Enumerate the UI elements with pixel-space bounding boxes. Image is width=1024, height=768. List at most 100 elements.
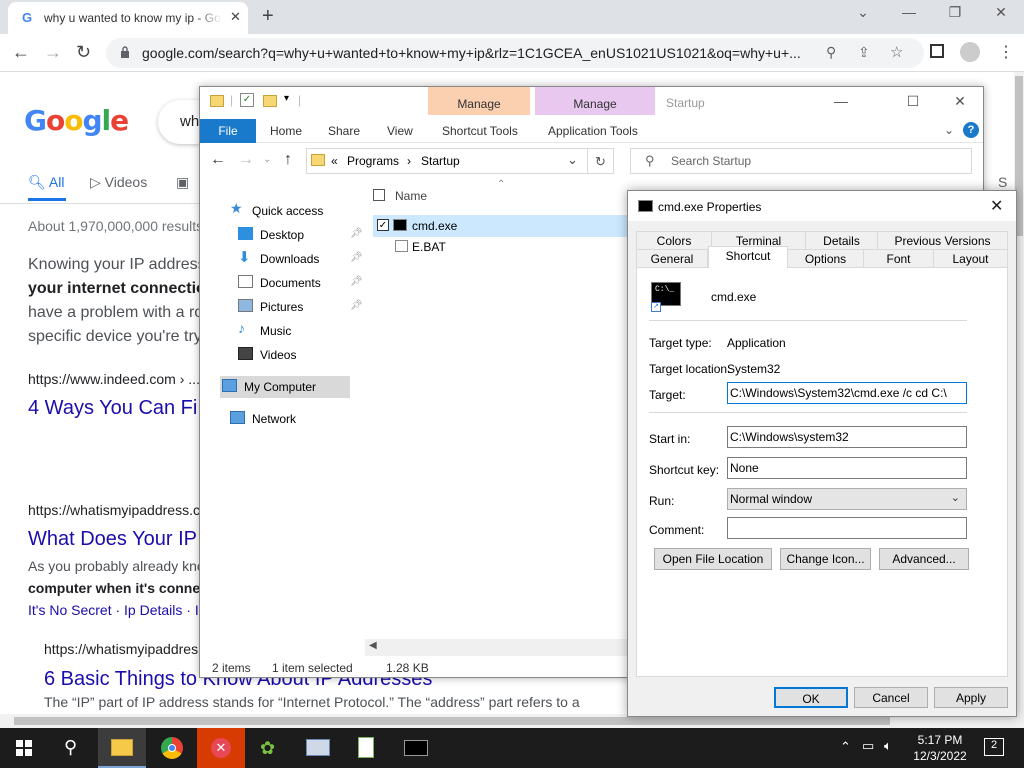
run-select[interactable]: Normal window ⌄: [727, 488, 967, 510]
nav-documents[interactable]: Documents 📌︎: [232, 272, 372, 294]
notifications-icon[interactable]: 2: [984, 738, 1004, 756]
result-cite[interactable]: https://www.indeed.com › ...: [28, 371, 200, 387]
new-folder-icon[interactable]: [263, 95, 277, 107]
star-icon[interactable]: ☆: [890, 43, 903, 61]
tab-options[interactable]: Options: [788, 249, 864, 267]
restore-icon[interactable]: ❐: [940, 4, 970, 21]
chevron-down-icon[interactable]: ⌄: [567, 152, 578, 168]
close-app-taskbar-icon[interactable]: ✕: [197, 728, 245, 768]
file-row[interactable]: E.BAT: [373, 237, 627, 257]
tab-search-icon[interactable]: ⌄: [848, 4, 878, 21]
network-icon[interactable]: ▭: [862, 738, 874, 754]
result-cite[interactable]: https://whatismyipaddress.c: [28, 502, 200, 518]
cancel-button[interactable]: Cancel: [854, 687, 928, 708]
row-checkbox[interactable]: ✓: [377, 219, 389, 231]
tab-videos[interactable]: ▷ Videos: [90, 174, 147, 191]
nav-pictures[interactable]: Pictures 📌︎: [232, 296, 372, 318]
new-tab-button[interactable]: +: [262, 5, 274, 28]
result-cite[interactable]: https://whatismyipaddres: [44, 641, 200, 657]
tab-general[interactable]: General: [636, 249, 708, 267]
explorer-address-bar[interactable]: « Programs › Startup ⌄: [306, 148, 588, 174]
pin-icon[interactable]: 📌︎: [350, 276, 363, 287]
pin-icon[interactable]: 📌︎: [350, 252, 363, 263]
tab-previous-versions[interactable]: Previous Versions: [878, 231, 1008, 249]
file-explorer-taskbar-icon[interactable]: [98, 728, 146, 768]
reload-icon[interactable]: ↻: [76, 42, 91, 63]
forward-arrow-icon[interactable]: →: [238, 151, 254, 169]
explorer-search-box[interactable]: ⚲ Search Startup: [630, 148, 972, 174]
tab-all[interactable]: 🔍︎ All: [28, 174, 64, 191]
app-taskbar-icon[interactable]: [294, 728, 342, 768]
share-tab[interactable]: Share: [328, 124, 360, 138]
close-icon[interactable]: ✕: [945, 93, 975, 110]
nav-network[interactable]: Network: [224, 408, 364, 430]
minimize-icon[interactable]: —: [894, 4, 924, 20]
search-icon[interactable]: ⚲: [48, 728, 96, 768]
nav-music[interactable]: ♪ Music: [232, 320, 372, 342]
tab-shortcut[interactable]: Shortcut: [708, 246, 788, 268]
nav-desktop[interactable]: Desktop 📌︎: [232, 224, 372, 246]
application-tools-tab[interactable]: Application Tools: [548, 124, 638, 138]
shortcut-tools-tab[interactable]: Shortcut Tools: [442, 124, 518, 138]
app-taskbar-icon[interactable]: ✿: [246, 728, 294, 768]
share-icon[interactable]: ⇪: [858, 44, 870, 61]
close-icon[interactable]: ✕: [990, 196, 1003, 216]
manage-shortcut-tab[interactable]: Manage: [428, 87, 530, 115]
home-tab[interactable]: Home: [270, 124, 302, 138]
address-bar[interactable]: google.com/search?q=why+u+wanted+to+know…: [106, 38, 924, 68]
file-tab[interactable]: File: [200, 119, 256, 143]
target-input[interactable]: C:\Windows\System32\cmd.exe /c cd C:\: [727, 382, 967, 404]
customize-quick-access-icon[interactable]: ▾: [284, 93, 289, 104]
help-icon[interactable]: ?: [963, 122, 979, 138]
start-in-input[interactable]: C:\Windows\system32: [727, 426, 967, 448]
column-header-name[interactable]: Name: [395, 189, 427, 203]
close-icon[interactable]: ✕: [986, 4, 1016, 21]
google-logo[interactable]: Google: [24, 104, 129, 137]
result-title-link[interactable]: What Does Your IP: [28, 528, 200, 551]
profile-icon[interactable]: [960, 42, 980, 62]
scrollbar-thumb[interactable]: [14, 717, 890, 725]
up-arrow-icon[interactable]: ↑: [284, 151, 292, 169]
properties-icon[interactable]: ✓: [240, 93, 254, 107]
pin-icon[interactable]: 📌︎: [350, 300, 363, 311]
folder-icon[interactable]: [210, 95, 224, 107]
back-arrow-icon[interactable]: ←: [210, 151, 226, 169]
file-list-horizontal-scrollbar[interactable]: ◀: [365, 639, 627, 656]
forward-arrow-icon[interactable]: →: [44, 42, 62, 63]
tab-close-icon[interactable]: ✕: [230, 9, 241, 25]
maximize-icon[interactable]: ☐: [898, 93, 928, 110]
nav-videos[interactable]: Videos: [232, 344, 372, 366]
ok-button[interactable]: OK: [774, 687, 848, 708]
location-icon[interactable]: ⚲: [826, 44, 836, 61]
address-part-programs[interactable]: Programs: [347, 154, 399, 168]
kebab-menu-icon[interactable]: ⋮: [998, 42, 1014, 62]
sidepanel-icon[interactable]: [930, 44, 944, 58]
sitelinks[interactable]: It's No Secret · Ip Details · I: [28, 602, 200, 618]
tab-font[interactable]: Font: [864, 249, 934, 267]
select-all-checkbox[interactable]: [373, 189, 385, 201]
refresh-icon[interactable]: ↻: [588, 148, 614, 174]
apply-button[interactable]: Apply: [934, 687, 1008, 708]
clock[interactable]: 5:17 PM 12/3/2022: [905, 732, 975, 764]
advanced-button[interactable]: Advanced...: [879, 548, 969, 570]
minimize-icon[interactable]: —: [826, 93, 856, 109]
recent-locations-icon[interactable]: ⌄: [263, 154, 271, 165]
tab-layout[interactable]: Layout: [934, 249, 1008, 267]
tab-details[interactable]: Details: [806, 231, 878, 249]
file-row[interactable]: ✓ cmd.exe: [373, 215, 627, 237]
windows-start-icon[interactable]: [0, 728, 48, 768]
cmd-taskbar-icon[interactable]: [392, 728, 440, 768]
notepad-taskbar-icon[interactable]: [342, 728, 390, 768]
chrome-taskbar-icon[interactable]: [148, 728, 196, 768]
nav-downloads[interactable]: ⬇ Downloads 📌︎: [232, 248, 372, 270]
browser-tab[interactable]: G why u wanted to know my ip - Google Se…: [8, 2, 248, 34]
manage-application-tab[interactable]: Manage: [535, 87, 655, 115]
result-title-link[interactable]: 4 Ways You Can Fi: [28, 397, 200, 420]
back-arrow-icon[interactable]: ←: [12, 42, 30, 63]
images-icon[interactable]: ▣: [176, 174, 189, 191]
expand-ribbon-icon[interactable]: ⌄: [944, 123, 954, 137]
open-file-location-button[interactable]: Open File Location: [654, 548, 772, 570]
tab-colors[interactable]: Colors: [636, 231, 712, 249]
address-separator[interactable]: ›: [407, 154, 411, 168]
change-icon-button[interactable]: Change Icon...: [780, 548, 871, 570]
